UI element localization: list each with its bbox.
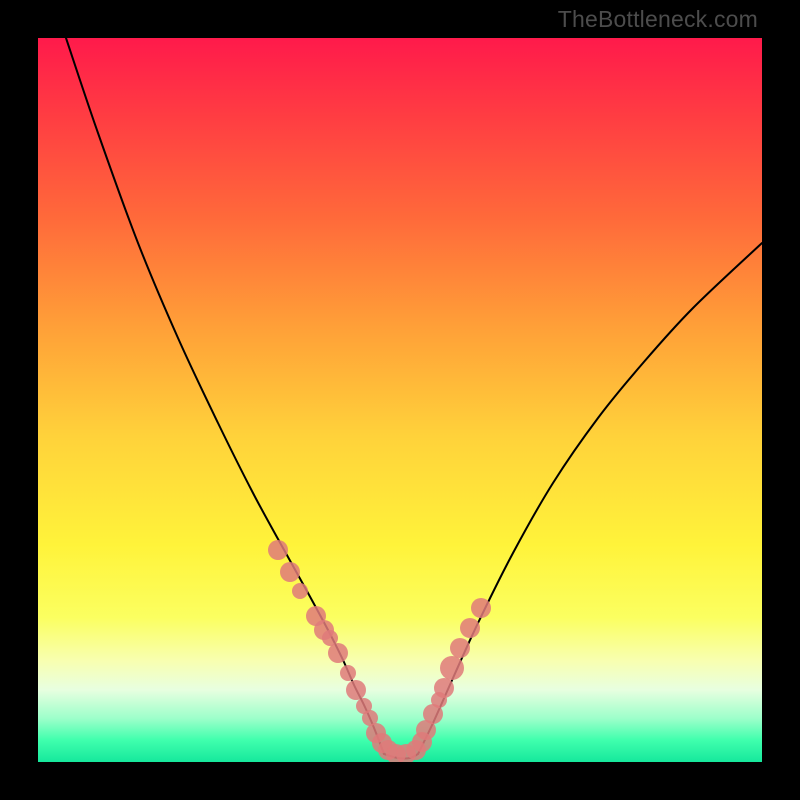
data-point <box>440 656 464 680</box>
data-point <box>340 665 356 681</box>
data-point <box>471 598 491 618</box>
data-point <box>346 680 366 700</box>
curve-right-curve <box>418 243 762 754</box>
data-point <box>268 540 288 560</box>
chart-svg <box>38 38 762 762</box>
curve-lines <box>66 38 762 759</box>
data-dots <box>268 540 491 762</box>
plot-area <box>38 38 762 762</box>
data-point <box>412 732 432 752</box>
data-point <box>450 638 470 658</box>
data-point <box>328 643 348 663</box>
data-point <box>292 583 308 599</box>
watermark-text: TheBottleneck.com <box>558 6 758 33</box>
data-point <box>460 618 480 638</box>
chart-frame: TheBottleneck.com <box>0 0 800 800</box>
data-point <box>280 562 300 582</box>
